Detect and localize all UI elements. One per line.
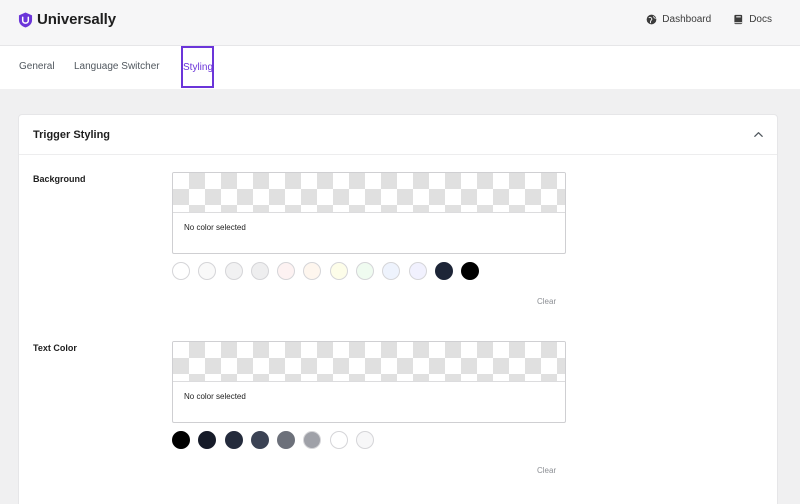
color-swatch[interactable] [356,431,375,449]
text-color-preview [173,342,565,382]
color-swatch[interactable] [250,431,269,449]
color-swatch[interactable] [303,431,322,449]
color-swatch[interactable] [434,262,453,280]
color-swatch[interactable] [461,262,480,280]
tab-general[interactable]: General [19,46,55,88]
color-swatch[interactable] [329,431,348,449]
text-color-swatches [172,431,382,449]
tab-language-switcher[interactable]: Language Switcher [74,46,160,88]
background-swatches [172,262,488,280]
background-color-value: No color selected [184,223,246,232]
tab-styling[interactable]: Styling [181,46,214,88]
chevron-up-icon[interactable] [753,129,764,140]
app-logo[interactable]: Universally [18,11,116,28]
color-swatch[interactable] [172,262,190,280]
background-clear-button[interactable]: Clear [537,297,556,306]
text-color-value: No color selected [184,392,246,401]
book-icon [734,14,743,25]
docs-link[interactable]: Docs [733,14,772,25]
color-swatch[interactable] [198,262,217,280]
color-swatch[interactable] [172,431,190,449]
text-color-label: Text Color [33,343,77,353]
text-color-clear-button[interactable]: Clear [537,466,556,475]
color-swatch[interactable] [198,431,217,449]
color-swatch[interactable] [329,262,348,280]
dashboard-link[interactable]: Dashboard [646,14,711,25]
trigger-styling-panel: Trigger Styling Background No color sele… [18,114,778,504]
docs-link-label: Docs [749,14,772,25]
color-swatch[interactable] [224,431,243,449]
universally-logo-icon [18,12,33,27]
color-swatch[interactable] [356,262,375,280]
color-swatch[interactable] [382,262,401,280]
text-color-picker[interactable]: No color selected [172,341,566,423]
color-swatch[interactable] [250,262,269,280]
color-swatch[interactable] [277,431,296,449]
app-name: Universally [37,11,116,28]
background-label: Background [33,174,86,184]
background-color-preview [173,173,565,213]
color-swatch[interactable] [277,262,296,280]
tab-bar: General Language Switcher Styling [0,46,800,89]
background-color-picker[interactable]: No color selected [172,172,566,254]
color-swatch[interactable] [303,262,322,280]
panel-header[interactable]: Trigger Styling [19,115,777,155]
color-swatch[interactable] [224,262,243,280]
globe-icon [646,14,657,25]
panel-title: Trigger Styling [33,129,111,141]
header-links: Dashboard Docs [624,14,772,25]
top-bar: Universally Dashboard Docs [0,0,800,46]
color-swatch[interactable] [408,262,427,280]
dashboard-link-label: Dashboard [662,14,712,25]
